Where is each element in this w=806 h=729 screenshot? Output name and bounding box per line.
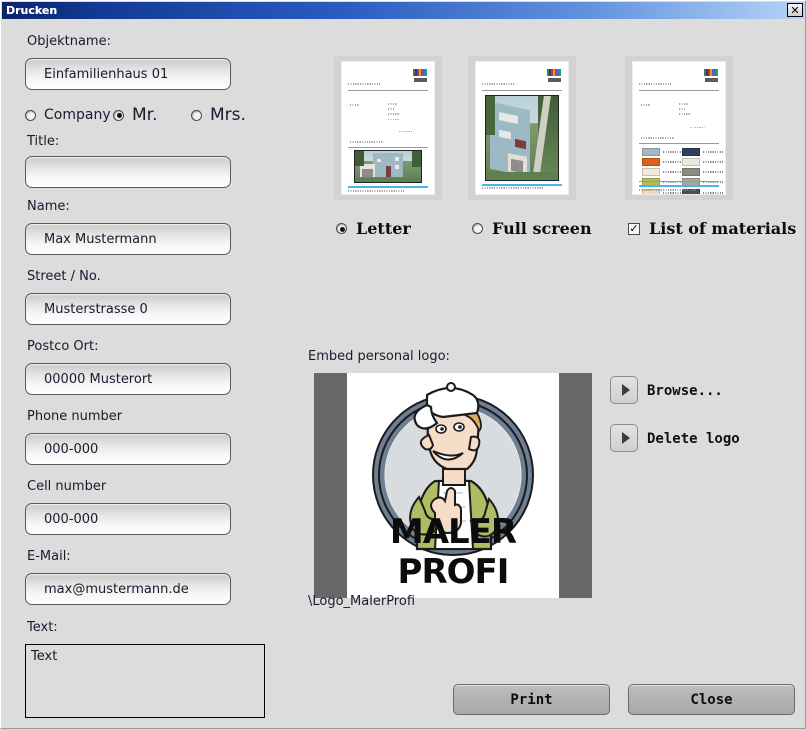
- salutation-mr-option[interactable]: Mr.: [113, 105, 158, 125]
- material-swatch-label: [663, 191, 684, 194]
- text-textarea[interactable]: [25, 644, 265, 718]
- delete-logo-button-label: Delete logo: [647, 431, 740, 447]
- postcode-input[interactable]: [25, 363, 231, 395]
- option-full-screen-label: Full screen: [492, 219, 592, 238]
- window-titlebar: Drucken ✕: [2, 2, 805, 19]
- material-swatch-label: [663, 171, 684, 174]
- document-logo-icon: [546, 68, 562, 82]
- radio-letter-icon[interactable]: [336, 223, 347, 234]
- material-swatches-left: [642, 147, 684, 194]
- logo-preview-box[interactable]: MALER PROFI: [314, 373, 592, 598]
- postcode-label: Postco Ort:: [27, 339, 99, 354]
- name-input[interactable]: [25, 223, 231, 255]
- delete-logo-button[interactable]: [610, 424, 638, 452]
- object-name-input[interactable]: [25, 58, 231, 90]
- material-swatch-row: [642, 168, 684, 177]
- material-swatch-chip: [642, 157, 661, 166]
- letter-page-preview: [342, 62, 434, 194]
- document-logo-icon: [703, 68, 719, 82]
- material-swatch-chip: [642, 168, 661, 177]
- option-letter[interactable]: Letter: [336, 219, 411, 238]
- salutation-company-label: Company: [44, 107, 111, 123]
- salutation-company-option[interactable]: Company: [25, 107, 111, 123]
- logo-path-text: \Logo_MalerProfi: [308, 594, 416, 609]
- material-swatch-row: [681, 168, 723, 177]
- email-input[interactable]: [25, 573, 231, 605]
- radio-full-screen-icon[interactable]: [472, 223, 483, 234]
- preview-thumbnail-list-of-materials[interactable]: [625, 56, 733, 200]
- material-swatch-label: [702, 171, 723, 174]
- material-swatch-label: [702, 191, 723, 194]
- material-swatch-chip: [681, 168, 700, 177]
- document-logo-icon: [412, 68, 428, 82]
- material-swatch-row: [681, 147, 723, 156]
- option-list-of-materials[interactable]: ✓ List of materials: [628, 219, 796, 238]
- cell-input[interactable]: [25, 503, 231, 535]
- salutation-mrs-label: Mrs.: [210, 105, 246, 125]
- option-letter-label: Letter: [356, 219, 411, 238]
- email-label: E-Mail:: [27, 549, 71, 564]
- material-swatch-label: [663, 150, 684, 153]
- object-name-label: Objektname:: [27, 34, 111, 49]
- phone-input[interactable]: [25, 433, 231, 465]
- material-swatch-label: [702, 150, 723, 153]
- title-label: Title:: [27, 134, 60, 149]
- close-button[interactable]: Close: [628, 684, 795, 715]
- material-swatches-right: [681, 147, 723, 194]
- material-swatch-row: [681, 157, 723, 166]
- radio-mrs-icon[interactable]: [191, 109, 202, 121]
- title-input[interactable]: [25, 156, 231, 188]
- material-swatch-row: [642, 157, 684, 166]
- embed-logo-label: Embed personal logo:: [308, 349, 450, 364]
- material-swatch-label: [702, 160, 723, 163]
- preview-thumbnail-letter[interactable]: [334, 56, 442, 200]
- material-swatch-row: [642, 147, 684, 156]
- material-swatch-chip: [681, 157, 700, 166]
- phone-label: Phone number: [27, 409, 123, 424]
- checkmark-glyph: ✓: [629, 222, 639, 235]
- radio-company-icon[interactable]: [25, 109, 36, 121]
- logo-brand-text: MALER PROFI: [389, 512, 517, 592]
- full-screen-page-preview: [476, 62, 568, 194]
- cell-label: Cell number: [27, 479, 107, 494]
- checkbox-list-of-materials-icon[interactable]: ✓: [628, 222, 640, 235]
- option-list-of-materials-label: List of materials: [649, 219, 797, 238]
- material-swatch-chip: [681, 147, 700, 156]
- logo-image: MALER PROFI: [347, 373, 559, 598]
- window-title: Drucken: [6, 4, 58, 17]
- preview-thumbnail-full-screen[interactable]: [468, 56, 576, 200]
- name-label: Name:: [27, 199, 70, 214]
- print-button[interactable]: Print: [453, 684, 610, 715]
- street-input[interactable]: [25, 293, 231, 325]
- text-label: Text:: [27, 620, 58, 635]
- radio-mr-icon[interactable]: [113, 109, 124, 121]
- material-swatch-label: [663, 160, 684, 163]
- close-glyph: ✕: [790, 3, 800, 17]
- close-icon[interactable]: ✕: [787, 3, 803, 17]
- browse-button[interactable]: [610, 376, 638, 404]
- print-dialog-window: Drucken ✕ Objektname: Company Mr. Mrs. T…: [0, 0, 806, 729]
- browse-button-label: Browse...: [647, 383, 723, 399]
- salutation-mrs-option[interactable]: Mrs.: [191, 105, 246, 125]
- material-swatch-chip: [642, 147, 661, 156]
- street-label: Street / No.: [27, 269, 101, 284]
- option-full-screen[interactable]: Full screen: [472, 219, 592, 238]
- salutation-mr-label: Mr.: [132, 105, 158, 125]
- materials-page-preview: [633, 62, 725, 194]
